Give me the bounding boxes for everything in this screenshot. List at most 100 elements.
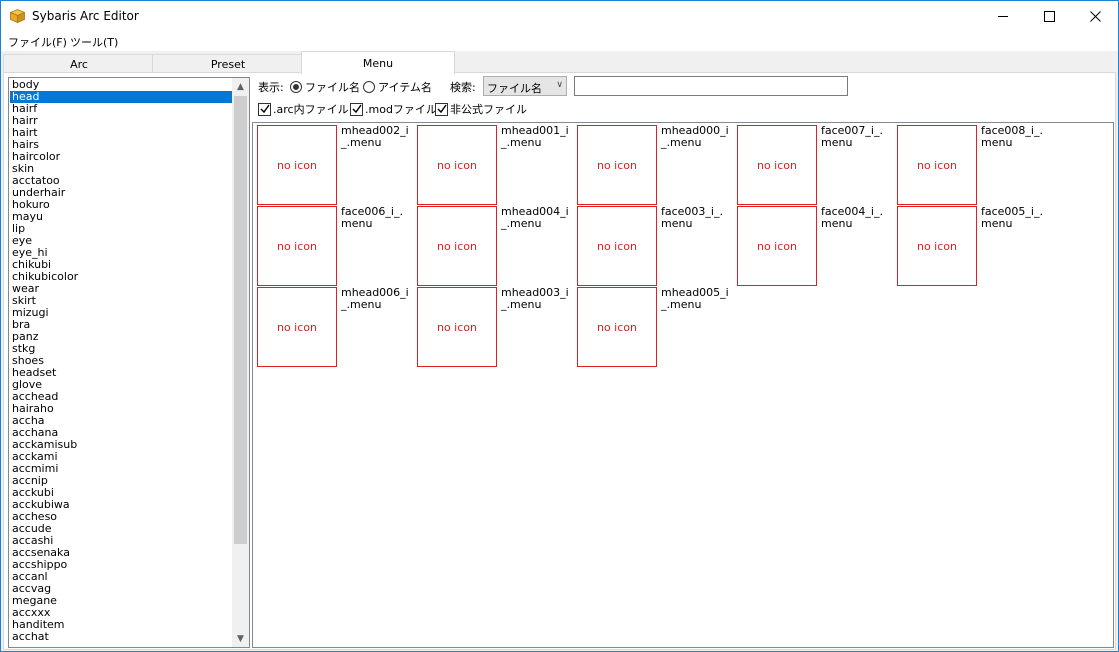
category-list-items: body head hairf hairr hairt hairs haircolor ski… — [10, 79, 234, 643]
menu-item-card[interactable]: no icon mhead005_i_.menu — [573, 285, 731, 367]
radio-unchecked-icon — [363, 81, 375, 93]
list-item[interactable]: body — [10, 79, 234, 91]
title-bar[interactable]: Sybaris Arc Editor — [1, 1, 1118, 31]
display-label: 表示: — [258, 81, 284, 94]
close-icon — [1089, 10, 1101, 22]
item-filename: mhead004_i_.menu — [501, 205, 569, 230]
checkbox-label: .arc内ファイル — [273, 103, 349, 116]
item-icon-placeholder[interactable]: no icon — [417, 125, 497, 205]
minimize-icon — [997, 15, 1008, 17]
item-filename: face005_i_.menu — [981, 205, 1043, 230]
list-item[interactable]: acchat — [10, 631, 234, 643]
tab-menu[interactable]: Menu — [301, 51, 455, 74]
filter-arc-checkbox[interactable]: .arc内ファイル — [258, 101, 349, 117]
menu-file[interactable]: ファイル(F) — [8, 34, 67, 50]
scroll-thumb[interactable] — [234, 96, 247, 544]
list-item[interactable]: head — [10, 91, 234, 103]
box-icon — [9, 9, 26, 24]
search-mode-select[interactable]: ファイル名 ∨ — [483, 76, 567, 96]
list-item[interactable]: mayu — [10, 211, 234, 223]
item-icon-placeholder[interactable]: no icon — [417, 206, 497, 286]
minimize-button[interactable] — [980, 1, 1026, 31]
radio-label: アイテム名 — [378, 81, 432, 94]
filter-mod-checkbox[interactable]: .modファイル — [350, 101, 437, 117]
item-icon-placeholder[interactable]: no icon — [257, 125, 337, 205]
list-item[interactable]: wear — [10, 283, 234, 295]
tab-label: Menu — [362, 56, 394, 70]
menu-item-card[interactable]: no icon face008_i_.menu — [893, 123, 1051, 205]
scroll-down-icon[interactable]: ▼ — [232, 630, 249, 647]
tab-label: Arc — [70, 57, 88, 71]
menu-item-card[interactable]: no icon face004_i_.menu — [733, 204, 891, 286]
item-filename: mhead006_i_.menu — [341, 286, 409, 311]
tab-label: Preset — [210, 57, 246, 71]
list-item[interactable]: headset — [10, 367, 234, 379]
search-mode-value: ファイル名 — [487, 82, 542, 95]
menu-item-card[interactable]: no icon face003_i_.menu — [573, 204, 731, 286]
radio-label: ファイル名 — [305, 81, 360, 94]
list-item[interactable]: mizugi — [10, 307, 234, 319]
menu-item-card[interactable]: no icon mhead006_i_.menu — [253, 285, 411, 367]
menu-item-card[interactable]: no icon mhead000_i_.menu — [573, 123, 731, 205]
maximize-icon — [1043, 10, 1055, 22]
search-input[interactable] — [574, 76, 848, 96]
item-icon-placeholder[interactable]: no icon — [737, 125, 817, 205]
item-icon-placeholder[interactable]: no icon — [897, 206, 977, 286]
radio-itemname[interactable]: アイテム名 — [363, 79, 432, 95]
item-icon-placeholder[interactable]: no icon — [417, 287, 497, 367]
item-icon-placeholder[interactable]: no icon — [577, 287, 657, 367]
search-label: 検索: — [450, 81, 476, 94]
menu-bar: ファイル(F) ツール(T) — [1, 31, 1118, 51]
radio-filename[interactable]: ファイル名 — [290, 79, 360, 95]
menu-item-card[interactable]: no icon mhead004_i_.menu — [413, 204, 571, 286]
checkmark-icon — [258, 102, 271, 116]
menu-tab-page: body head hairf hairr hairt hairs haircolor ski… — [3, 72, 1116, 650]
radio-checked-icon — [290, 81, 302, 93]
item-icon-placeholder[interactable]: no icon — [257, 287, 337, 367]
item-filename: mhead001_i_.menu — [501, 124, 569, 149]
tab-arc[interactable]: Arc — [3, 54, 155, 73]
tab-strip: Arc Preset Menu — [1, 51, 1118, 74]
maximize-button[interactable] — [1026, 1, 1072, 31]
list-item[interactable]: hairf — [10, 103, 234, 115]
menu-item-card[interactable]: no icon face005_i_.menu — [893, 204, 1051, 286]
category-list-scrollbar[interactable]: ▲ ▼ — [232, 78, 249, 647]
item-filename: mhead005_i_.menu — [661, 286, 729, 311]
menu-item-grid: no icon mhead002_i_.menu no icon mhead001_i… — [252, 122, 1114, 648]
close-button[interactable] — [1072, 1, 1118, 31]
menu-item-card[interactable]: no icon mhead001_i_.menu — [413, 123, 571, 205]
checkmark-icon — [435, 102, 448, 116]
list-item[interactable]: hairr — [10, 115, 234, 127]
item-icon-placeholder[interactable]: no icon — [897, 125, 977, 205]
scroll-up-icon[interactable]: ▲ — [232, 78, 249, 95]
item-filename: face007_i_.menu — [821, 124, 883, 149]
item-filename: face008_i_.menu — [981, 124, 1043, 149]
menu-tools[interactable]: ツール(T) — [70, 34, 118, 50]
filter-controls: 表示: ファイル名 アイテム名 検索: ファイル名 ∨ .arc内ファイル .m… — [254, 73, 1116, 121]
checkmark-icon — [350, 102, 363, 116]
list-item[interactable]: chikubicolor — [10, 271, 234, 283]
item-filename: face006_i_.menu — [341, 205, 403, 230]
window-title: Sybaris Arc Editor — [32, 9, 139, 23]
menu-item-card[interactable]: no icon face006_i_.menu — [253, 204, 411, 286]
filter-unofficial-checkbox[interactable]: 非公式ファイル — [435, 101, 527, 117]
item-filename: mhead000_i_.menu — [661, 124, 729, 149]
list-item[interactable]: panz — [10, 331, 234, 343]
item-filename: face003_i_.menu — [661, 205, 723, 230]
item-icon-placeholder[interactable]: no icon — [737, 206, 817, 286]
list-item[interactable]: haircolor — [10, 151, 234, 163]
menu-item-card[interactable]: no icon mhead003_i_.menu — [413, 285, 571, 367]
item-filename: mhead003_i_.menu — [501, 286, 569, 311]
checkbox-label: .modファイル — [365, 103, 437, 116]
item-icon-placeholder[interactable]: no icon — [577, 206, 657, 286]
menu-item-card[interactable]: no icon mhead002_i_.menu — [253, 123, 411, 205]
item-icon-placeholder[interactable]: no icon — [577, 125, 657, 205]
menu-item-card[interactable]: no icon face007_i_.menu — [733, 123, 891, 205]
list-item[interactable]: hokuro — [10, 199, 234, 211]
item-icon-placeholder[interactable]: no icon — [257, 206, 337, 286]
tab-preset[interactable]: Preset — [152, 54, 304, 73]
list-item[interactable]: lip — [10, 223, 234, 235]
list-item[interactable]: hairt — [10, 127, 234, 139]
category-list[interactable]: body head hairf hairr hairt hairs haircolor ski… — [8, 77, 250, 648]
list-item[interactable]: bra — [10, 319, 234, 331]
